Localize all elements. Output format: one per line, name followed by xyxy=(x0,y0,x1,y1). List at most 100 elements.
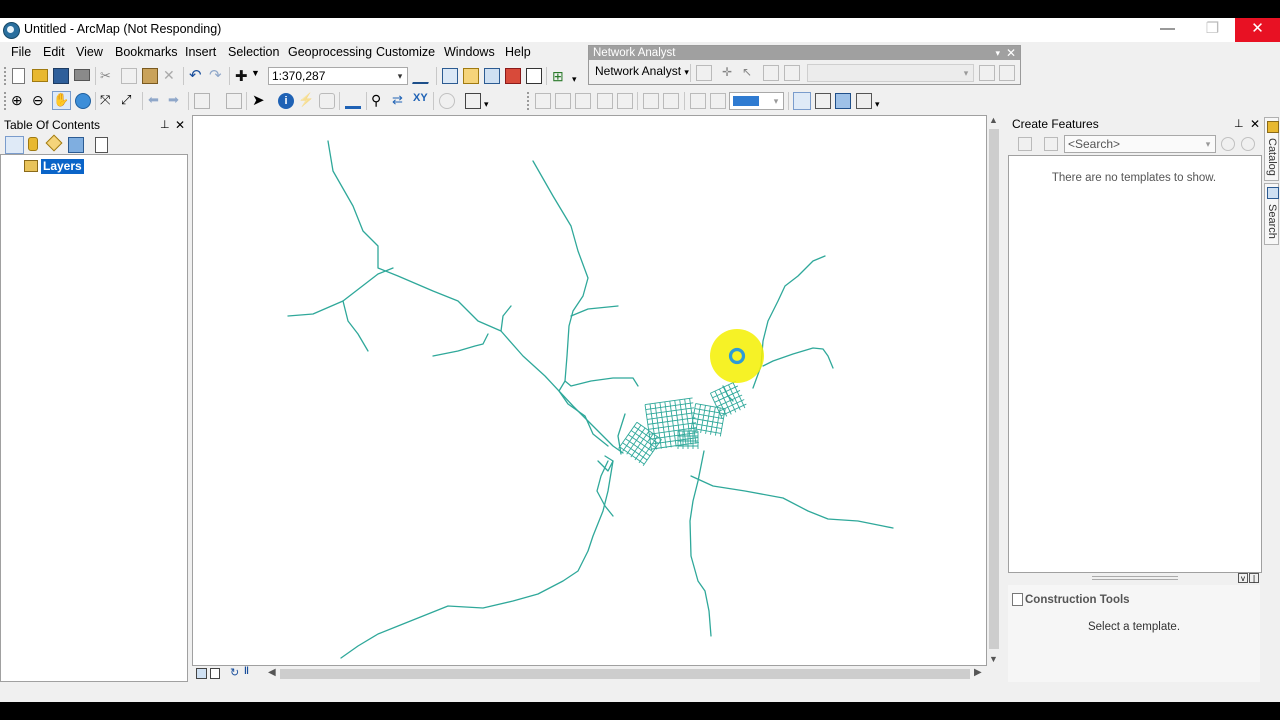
layers-label[interactable]: Layers xyxy=(41,159,84,174)
toolbar-options-icon[interactable]: ▾ xyxy=(875,99,891,115)
fixed-zoom-out-layout-icon[interactable] xyxy=(663,93,679,109)
close-icon[interactable]: ✕ xyxy=(1006,46,1016,60)
tab-search[interactable]: Search xyxy=(1264,183,1279,245)
chevron-down-icon[interactable]: ▾ xyxy=(1201,136,1215,152)
search-icon[interactable] xyxy=(1221,137,1235,151)
layout-zoom-in-icon[interactable] xyxy=(535,93,551,109)
python-window-icon[interactable] xyxy=(526,68,542,84)
scroll-down-icon[interactable]: ▼ xyxy=(989,654,998,664)
data-view-icon[interactable] xyxy=(196,668,207,679)
menu-bookmarks[interactable]: Bookmarks xyxy=(115,45,178,59)
list-by-visibility-icon[interactable] xyxy=(45,134,63,152)
menu-customize[interactable]: Customize xyxy=(376,45,435,59)
toolbar-options-icon[interactable]: ▾ xyxy=(995,46,1000,60)
menu-selection[interactable]: Selection xyxy=(228,45,279,59)
toolbar-options-icon[interactable]: ▾ xyxy=(572,74,588,90)
delete-icon[interactable]: ✕ xyxy=(163,67,179,83)
scroll-thumb[interactable] xyxy=(989,129,999,649)
create-network-location-icon[interactable]: ✛ xyxy=(722,65,738,81)
list-by-source-icon[interactable] xyxy=(28,137,38,151)
add-data-icon[interactable]: ✚ xyxy=(235,67,251,85)
find-route-icon[interactable]: ⇄ xyxy=(392,92,408,108)
directions-icon[interactable] xyxy=(784,65,800,81)
solve-grid-icon[interactable] xyxy=(763,65,779,81)
network-identify-icon[interactable] xyxy=(999,65,1015,81)
close-icon[interactable]: ✕ xyxy=(175,116,185,134)
zoom-whole-page-icon[interactable] xyxy=(597,93,613,109)
network-dataset-combo[interactable]: ▾ xyxy=(807,64,974,82)
data-driven-pages-icon[interactable] xyxy=(856,93,872,109)
select-features-icon[interactable] xyxy=(194,93,210,109)
map-scale-combo[interactable]: 1:370,287 ▾ xyxy=(268,67,408,85)
template-list[interactable]: There are no templates to show. xyxy=(1008,155,1262,573)
layout-zoom-out-icon[interactable] xyxy=(555,93,571,109)
html-popup-icon[interactable]: ⚡ xyxy=(298,92,314,108)
maximize-button[interactable]: ❐ xyxy=(1190,18,1235,42)
build-network-icon[interactable] xyxy=(979,65,995,81)
model-builder-icon[interactable]: ⊞ xyxy=(552,68,568,84)
print-icon[interactable] xyxy=(74,69,90,81)
pan-hand-icon[interactable]: ✋ xyxy=(52,91,71,110)
chevron-down-icon[interactable]: ▾ xyxy=(959,65,973,81)
toolbar-grip[interactable] xyxy=(4,67,9,85)
menu-geoprocessing[interactable]: Geoprocessing xyxy=(288,45,372,59)
select-move-location-icon[interactable]: ↖ xyxy=(742,65,758,81)
network-analyst-header[interactable]: Network Analyst ▾ ✕ xyxy=(589,46,1020,60)
clear-selection-icon[interactable] xyxy=(226,93,242,109)
list-by-drawing-order-icon[interactable] xyxy=(5,136,24,154)
map-canvas[interactable] xyxy=(193,116,986,665)
menu-windows[interactable]: Windows xyxy=(444,45,495,59)
menu-view[interactable]: View xyxy=(76,45,103,59)
toolbar-grip[interactable] xyxy=(527,92,532,110)
network-analyst-menu[interactable]: Network Analyst ▾ xyxy=(595,64,689,78)
back-arrow-icon[interactable]: ⬅ xyxy=(148,92,164,108)
scroll-right-icon[interactable]: ▶ xyxy=(974,667,982,678)
time-slider-icon[interactable] xyxy=(439,93,455,109)
search-window-icon[interactable] xyxy=(484,68,500,84)
zoom-100-icon[interactable] xyxy=(617,93,633,109)
template-properties-icon[interactable] xyxy=(1044,137,1058,151)
toggle-draft-mode-icon[interactable] xyxy=(793,92,811,110)
layout-view-icon[interactable] xyxy=(210,668,220,679)
menu-help[interactable]: Help xyxy=(505,45,531,59)
undo-icon[interactable]: ↶ xyxy=(189,66,205,84)
menu-edit[interactable]: Edit xyxy=(43,45,65,59)
go-to-xy-icon[interactable]: XY xyxy=(413,92,429,108)
editor-toolbar-icon[interactable] xyxy=(412,68,434,84)
measure-icon[interactable] xyxy=(345,93,361,109)
map-display[interactable] xyxy=(192,115,987,666)
add-data-dropdown-icon[interactable]: ▼ xyxy=(251,68,267,84)
fixed-zoom-out-icon[interactable]: ⤢ xyxy=(121,92,137,108)
change-layout-icon[interactable] xyxy=(835,93,851,109)
menu-insert[interactable]: Insert xyxy=(185,45,216,59)
options-icon[interactable] xyxy=(95,137,108,153)
open-folder-icon[interactable] xyxy=(32,69,48,82)
menu-file[interactable]: File xyxy=(11,45,31,59)
close-button[interactable]: ✕ xyxy=(1235,18,1280,42)
organize-templates-icon[interactable] xyxy=(1018,137,1032,151)
tab-catalog[interactable]: Catalog xyxy=(1264,117,1279,181)
panel-toggle-icon[interactable]: v xyxy=(1238,573,1248,583)
copy-icon[interactable] xyxy=(121,68,137,84)
cut-icon[interactable]: ✂ xyxy=(100,68,116,84)
go-forward-extent-icon[interactable] xyxy=(710,93,726,109)
pin-icon[interactable]: ⊥ xyxy=(1234,115,1244,133)
fixed-zoom-in-layout-icon[interactable] xyxy=(643,93,659,109)
identify-icon[interactable]: i xyxy=(278,93,294,109)
new-document-icon[interactable] xyxy=(12,68,25,84)
table-of-contents-icon[interactable] xyxy=(442,68,458,84)
clear-search-icon[interactable] xyxy=(1241,137,1255,151)
panel-list-icon[interactable]: | xyxy=(1249,573,1259,583)
save-icon[interactable] xyxy=(53,68,69,84)
scroll-left-icon[interactable]: ◀ xyxy=(268,667,276,678)
select-elements-arrow-icon[interactable]: ➤ xyxy=(252,91,268,109)
toolbar-grip[interactable] xyxy=(4,92,9,110)
redo-icon[interactable]: ↷ xyxy=(209,66,225,84)
arctoolbox-icon[interactable] xyxy=(505,68,521,84)
scroll-up-icon[interactable]: ▲ xyxy=(989,115,998,125)
list-by-selection-icon[interactable] xyxy=(68,137,84,153)
forward-arrow-icon[interactable]: ➡ xyxy=(168,92,184,108)
map-vertical-scrollbar[interactable]: ▲ ▼ xyxy=(987,115,1001,666)
focus-data-frame-icon[interactable] xyxy=(815,93,831,109)
splitter-handle[interactable] xyxy=(1092,576,1178,580)
